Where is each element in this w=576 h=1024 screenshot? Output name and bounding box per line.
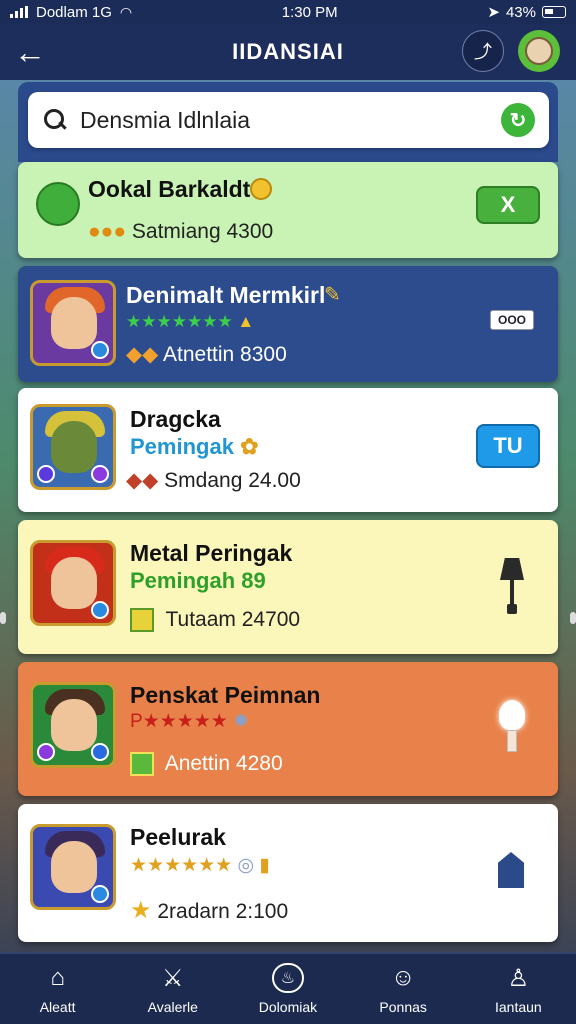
item-name: Penskat Peimnan — [130, 682, 321, 708]
status-bar: Dodlam 1G ◠ 1:30 PM ➤ 43% — [0, 0, 576, 24]
list-item[interactable]: Ookal Barkaldt ●●● Satmiang 4300 X — [18, 162, 558, 258]
battery-percent: 43% — [505, 3, 536, 21]
search-bar[interactable]: Densmia Idlnlaia ↻ — [28, 92, 549, 148]
flame-icon: ♨ — [271, 963, 304, 993]
nav-label: Dolomiak — [258, 999, 318, 1015]
crossed-swords-icon — [130, 608, 154, 633]
battery-icon — [541, 6, 566, 18]
friends-icon: ☺ — [390, 964, 416, 991]
profile-icon: ♙ — [507, 964, 530, 992]
list-item[interactable]: Dragcka Pemingak ✿ ◆◆ Smdang 24.00 TU — [18, 388, 558, 512]
list-item[interactable]: Denimalt Mermkirl ✎ ★★★★★★★ ▲ ◆◆ Atnetti… — [18, 266, 558, 382]
nav-label: Aleatt — [39, 999, 76, 1015]
remove-button[interactable]: X — [476, 186, 540, 224]
nav-item-dolomiak[interactable]: ♨ Dolomiak — [233, 957, 343, 1021]
coin-icon — [250, 178, 272, 200]
item-meta: ◆◆ Atnettin 8300 — [126, 343, 287, 366]
crossed-swords-icon — [130, 752, 154, 777]
location-icon: ➤ — [487, 4, 500, 21]
item-meta: ◆◆ Smdang 24.00 — [126, 469, 301, 492]
hero-portrait — [30, 824, 116, 910]
torch-icon[interactable] — [496, 700, 528, 760]
nav-label: Ponnas — [379, 999, 427, 1015]
item-subtitle: Pemingak ✿ — [130, 434, 259, 459]
action-button[interactable]: TU — [476, 424, 540, 468]
share-icon: ⤴ — [474, 42, 492, 62]
scroll-indicator-right — [570, 612, 576, 624]
item-name: Peelurak — [130, 824, 226, 850]
wifi-icon: ◠ — [119, 3, 133, 20]
item-meta: Tutaam 24700 — [130, 608, 300, 633]
goblin-icon — [36, 182, 80, 226]
back-arrow-icon[interactable]: ← — [14, 34, 50, 70]
refresh-button[interactable]: ↻ — [501, 103, 535, 137]
nav-label: Avalerle — [147, 999, 198, 1015]
item-name: Denimalt Mermkirl — [126, 282, 326, 308]
swords-icon: ⚔ — [162, 964, 184, 992]
scroll-icon: ✿ — [240, 434, 259, 459]
share-button[interactable]: ⤴ — [462, 30, 504, 72]
signal-icon — [10, 6, 28, 18]
item-name: Dragcka — [130, 406, 221, 432]
crown-icon: ★ — [130, 897, 152, 924]
rating-stars: P★★★★★ ✹ — [130, 711, 250, 732]
item-meta: ★ 2radarn 2:100 — [130, 897, 289, 924]
hero-portrait — [30, 682, 116, 768]
house-icon[interactable] — [498, 852, 524, 888]
page-title: IIDANSIAI — [232, 39, 344, 64]
hero-portrait — [30, 404, 116, 490]
item-subtitle: Pemingah 89 — [130, 568, 266, 593]
bottom-nav: ⌂ Aleatt ⚔ Avalerle ♨ Dolomiak ☺ Ponnas … — [0, 952, 576, 1024]
nav-item-aleatt[interactable]: ⌂ Aleatt — [3, 957, 113, 1021]
app-header: ← IIDANSIAI ⤴ — [0, 24, 576, 80]
list-item[interactable]: Metal Peringak Pemingah 89 Tutaam 24700 — [18, 520, 558, 654]
list-item[interactable]: Penskat Peimnan P★★★★★ ✹ Anettin 4280 — [18, 662, 558, 796]
rating-stars: ★★★★★★★ ▲ — [126, 312, 255, 331]
status-badge[interactable]: OOO — [490, 310, 534, 330]
search-input[interactable]: Densmia Idlnlaia — [80, 107, 501, 134]
medals-icon: ●●● — [88, 220, 127, 243]
item-meta: Anettin 4280 — [130, 752, 283, 777]
item-name: Ookal Barkaldt — [88, 176, 251, 202]
nav-item-iantaun[interactable]: ♙ Iantaun — [463, 957, 573, 1021]
hero-portrait — [30, 540, 116, 626]
user-avatar[interactable] — [518, 30, 560, 72]
resource-icon: ◆◆ — [126, 469, 159, 492]
carrier-label: Dodlam 1G — [36, 3, 112, 21]
scroll-indicator-left — [0, 612, 6, 624]
gems-icon: ◆◆ — [126, 343, 159, 366]
nav-label: Iantaun — [494, 999, 542, 1015]
search-icon — [42, 107, 68, 133]
avatar-face-icon — [525, 37, 553, 65]
sword-icon: ✎ — [324, 284, 341, 306]
item-meta: ●●● Satmiang 4300 — [88, 220, 274, 243]
item-name: Metal Peringak — [130, 540, 293, 566]
hero-portrait — [30, 280, 116, 366]
home-icon: ⌂ — [50, 964, 65, 991]
nav-item-ponnas[interactable]: ☺ Ponnas — [348, 957, 458, 1021]
rating-stars: ★★★★★★ ◎ ▮ — [130, 855, 270, 876]
clock: 1:30 PM — [281, 3, 338, 21]
list-item[interactable]: Peelurak ★★★★★★ ◎ ▮ ★ 2radarn 2:100 — [18, 804, 558, 942]
nav-item-avalerle[interactable]: ⚔ Avalerle — [118, 957, 228, 1021]
lamp-icon[interactable] — [500, 558, 524, 614]
